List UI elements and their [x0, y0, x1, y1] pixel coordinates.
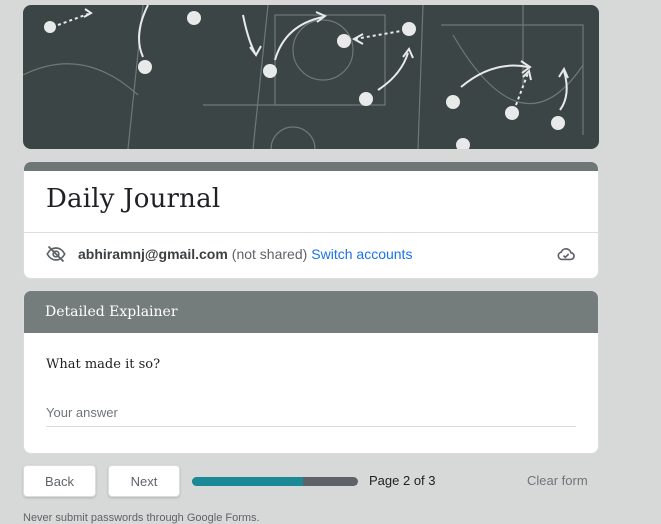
section-title: Detailed Explainer	[24, 291, 598, 333]
page-indicator: Page 2 of 3	[369, 473, 436, 488]
cloud-done-icon	[556, 244, 576, 264]
not-shared-label: (not shared)	[231, 246, 308, 262]
answer-input[interactable]: Your answer	[46, 405, 576, 427]
header-banner	[23, 5, 599, 149]
form-header-card: Daily Journal abhiramnj@gmail.com (not s…	[23, 161, 599, 279]
account-row: abhiramnj@gmail.com (not shared) Switch …	[46, 243, 576, 265]
section-card: Detailed Explainer What made it so? Your…	[23, 290, 599, 454]
back-button[interactable]: Back	[23, 465, 96, 497]
account-email: abhiramnj@gmail.com	[78, 246, 228, 262]
question-label: What made it so?	[46, 357, 161, 372]
next-button[interactable]: Next	[108, 465, 180, 497]
progress-bar	[192, 477, 358, 486]
eye-off-icon	[46, 244, 66, 264]
theme-accent-bar	[24, 162, 598, 171]
clear-form-button[interactable]: Clear form	[527, 473, 588, 488]
progress-fill	[192, 477, 303, 486]
header-divider	[24, 232, 598, 233]
playbook-illustration	[23, 5, 584, 149]
switch-accounts-link[interactable]: Switch accounts	[311, 246, 412, 262]
footer-notice: Never submit passwords through Google Fo…	[23, 512, 260, 524]
form-title: Daily Journal	[46, 184, 221, 214]
